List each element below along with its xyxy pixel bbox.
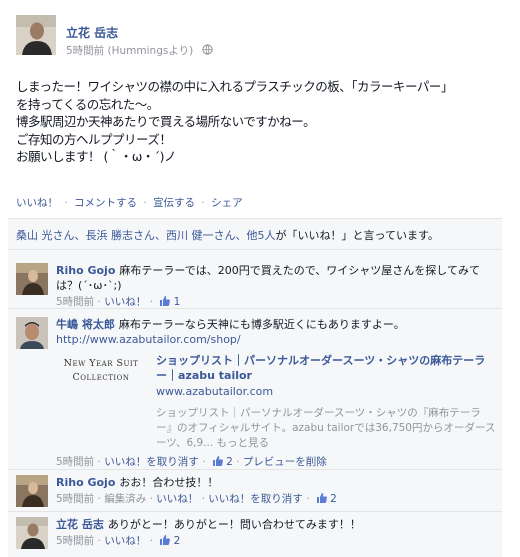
divider — [8, 308, 502, 309]
comment-unlike-link[interactable]: いいね！を取り消す — [104, 456, 199, 468]
separator: · — [64, 197, 68, 209]
post-line: ご存知の方ヘルププリーズ！ — [16, 131, 172, 147]
comment-like-count[interactable]: 2 — [330, 493, 337, 505]
feedback-section: 桑山 光さん、長浜 勝志さん、西川 健一さん、他5人が「いいね！」と言っています… — [8, 218, 502, 557]
comment-link[interactable]: コメントする — [74, 197, 137, 209]
comment-unlike-link[interactable]: いいね！を取り消す — [208, 493, 303, 505]
post-card: 立花 岳志 5時間前 (Hummingsより) しまったー！ワイシャツの襟の中に… — [0, 0, 520, 557]
preview-title[interactable]: ショップリスト｜パーソナルオーダースーツ・シャツの麻布テーラー｜azabu ta… — [156, 353, 496, 383]
comment-body: Riho Gojo おお！合わせ技！！ 5時間前 · 編集済み · いいね！ · … — [56, 475, 496, 508]
commenter-name[interactable]: Riho Gojo — [56, 264, 115, 277]
post-line: お願いします！ (｀・ω・´)ノ — [16, 149, 176, 164]
commenter-name[interactable]: 牛嶋 将太郎 — [56, 318, 115, 331]
preview-thumbnail[interactable]: New Year Suit Collection — [56, 357, 146, 397]
globe-icon[interactable] — [201, 44, 213, 58]
comment-text: 麻布テーラーなら天神にも博多駅近くにもありますよー。 — [118, 318, 405, 331]
post-meta: 5時間前 (Hummingsより) — [66, 43, 213, 58]
post-actions: いいね！ · コメントする · 宣伝する · シェア — [16, 195, 243, 210]
commenter-name[interactable]: 立花 岳志 — [56, 518, 104, 531]
comment-text: ありがとー！ありがとー！問い合わせてみます！！ — [107, 518, 361, 531]
divider — [8, 511, 502, 512]
comment-like-link[interactable]: いいね！ — [104, 535, 146, 547]
commenter-avatar[interactable] — [16, 517, 48, 549]
comment-time[interactable]: 5時間前 — [56, 493, 94, 505]
commenter-avatar[interactable] — [16, 263, 48, 295]
like-link[interactable]: いいね！ — [16, 197, 58, 209]
preview-thumbnail-line: New Year Suit — [63, 358, 139, 369]
comment-meta: 5時間前 · いいね！ · 2 — [56, 534, 496, 550]
comment-time[interactable]: 5時間前 — [56, 456, 94, 468]
comment-like-count[interactable]: 2 — [174, 535, 181, 547]
author-name[interactable]: 立花 岳志 — [66, 24, 118, 41]
commenter-avatar[interactable] — [16, 475, 48, 507]
divider — [8, 469, 502, 470]
remove-preview-link[interactable]: プレビューを削除 — [243, 456, 327, 468]
comment-text: おお！合わせ技！！ — [119, 476, 219, 489]
link-preview[interactable]: New Year Suit Collection ショップリスト｜パーソナルオー… — [56, 353, 496, 453]
comment-body: Riho Gojo 麻布テーラーでは、200円で買えたので、ワイシャツ屋さんを探し… — [56, 263, 496, 311]
author-avatar[interactable] — [16, 15, 56, 55]
comment-time[interactable]: 5時間前 — [56, 296, 94, 308]
preview-domain[interactable]: www.azabutailor.com — [156, 384, 273, 399]
comment-time[interactable]: 5時間前 — [56, 535, 94, 547]
promote-link[interactable]: 宣伝する — [153, 197, 195, 209]
commenter-avatar[interactable] — [16, 317, 48, 349]
likers-link[interactable]: 桑山 光さん、長浜 勝志さん、西川 健一さん、他5人 — [16, 229, 276, 242]
thumbs-up-icon — [316, 493, 327, 508]
comment-meta: 5時間前 · 編集済み · いいね！ · いいね！を取り消す · 2 — [56, 492, 496, 508]
post-time[interactable]: 5時間前 — [66, 45, 104, 57]
post-via[interactable]: (Hummingsより) — [108, 45, 194, 57]
separator: · — [201, 197, 205, 209]
likes-sentence: 桑山 光さん、長浜 勝志さん、西川 健一さん、他5人が「いいね！」と言っています… — [16, 227, 439, 243]
comment-like-count[interactable]: 1 — [174, 296, 181, 308]
divider — [8, 249, 502, 250]
likes-suffix: が「いいね！」と言っています。 — [275, 229, 439, 242]
share-link[interactable]: シェア — [211, 197, 243, 209]
comment-body: 牛嶋 将太郎 麻布テーラーなら天神にも博多駅近くにもありますよー。 http://… — [56, 317, 496, 471]
comment-body: 立花 岳志 ありがとー！ありがとー！問い合わせてみます！！ 5時間前 · いいね！… — [56, 517, 496, 550]
separator: · — [143, 197, 147, 209]
commenter-name[interactable]: Riho Gojo — [56, 476, 115, 489]
edited-label[interactable]: 編集済み — [104, 493, 146, 505]
preview-description: ショップリスト｜パーソナルオーダースーツ・シャツの『麻布テーラー』のオフィシャル… — [156, 407, 496, 449]
post-line: を持ってくるの忘れた〜。 — [16, 96, 159, 112]
comment-like-link[interactable]: いいね！ — [156, 493, 198, 505]
comment-like-link[interactable]: いいね！ — [104, 296, 146, 308]
post-text: しまったー！ワイシャツの襟の中に入れるプラスチックの板、「カラーキーパー」 を持… — [16, 78, 512, 166]
comment-url[interactable]: http://www.azabutailor.com/shop/ — [56, 333, 241, 346]
preview-thumbnail-line: Collection — [72, 372, 130, 383]
post-line: 博多駅周辺か天神あたりで買える場所ないですかねー。 — [16, 114, 316, 129]
thumbs-up-icon — [159, 535, 171, 550]
comment-like-count[interactable]: 2 — [226, 456, 233, 468]
comment-text: 麻布テーラーでは、200円で買えたので、ワイシャツ屋さんを探してみては？(´･ω… — [56, 264, 480, 292]
post-line: しまったー！ワイシャツの襟の中に入れるプラスチックの板、「カラーキーパー」 — [16, 79, 453, 94]
